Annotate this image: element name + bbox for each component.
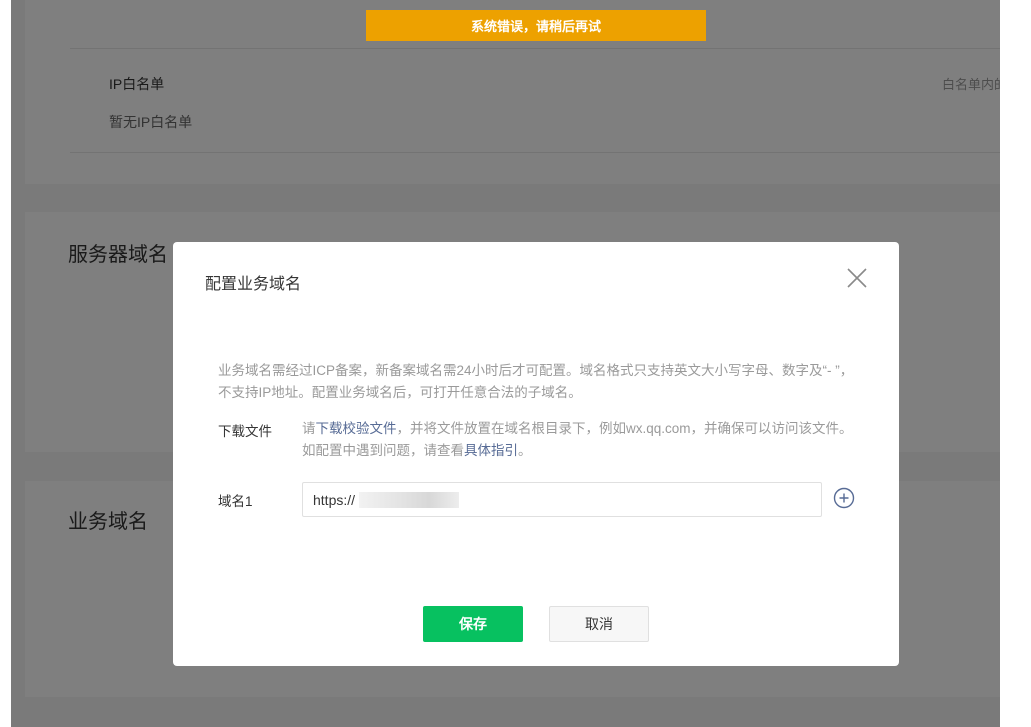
download-text-suffix: 。 xyxy=(518,443,532,458)
domain-input-value: https:// xyxy=(313,491,356,508)
error-toast: 系统错误，请稍后再试 xyxy=(366,10,706,41)
guide-link[interactable]: 具体指引 xyxy=(464,443,518,458)
window-edge xyxy=(1000,0,1031,727)
save-button[interactable]: 保存 xyxy=(423,606,523,642)
plus-circle-icon[interactable] xyxy=(833,487,855,509)
close-icon[interactable] xyxy=(845,266,869,290)
dialog-title: 配置业务域名 xyxy=(205,276,302,293)
download-text-prefix: 请 xyxy=(302,421,316,436)
configure-business-domain-dialog: 配置业务域名 业务域名需经过ICP备案，新备案域名需24小时后才可配置。域名格式… xyxy=(173,242,899,666)
domain-input[interactable]: https:// xyxy=(302,482,822,517)
toast-message: 系统错误，请稍后再试 xyxy=(470,19,601,34)
download-file-label: 下载文件 xyxy=(218,424,272,439)
domain-field-label: 域名1 xyxy=(218,494,253,509)
download-verify-file-link[interactable]: 下载校验文件 xyxy=(316,421,397,436)
download-instructions: 请下载校验文件，并将文件放置在域名根目录下，例如wx.qq.com，并确保可以访… xyxy=(302,418,862,462)
dialog-description: 业务域名需经过ICP备案，新备案域名需24小时后才可配置。域名格式只支持英文大小… xyxy=(218,363,854,400)
redacted-domain xyxy=(359,491,460,508)
cancel-button[interactable]: 取消 xyxy=(549,606,649,642)
